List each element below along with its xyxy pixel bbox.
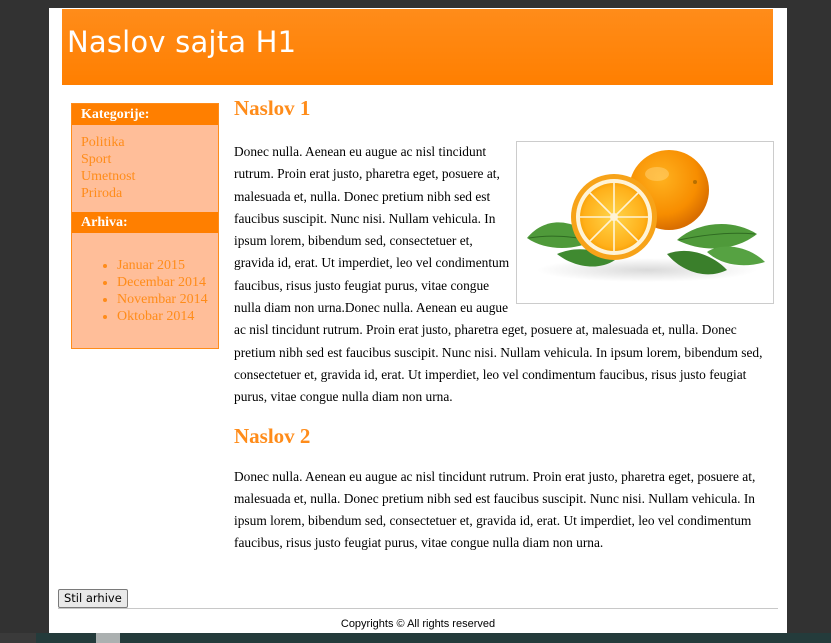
archive-list: Januar 2015 Decembar 2014 Novembar 2014 … [72, 233, 218, 325]
taskbar-start-icon[interactable] [0, 633, 36, 643]
archive-link-novembar-2014[interactable]: Novembar 2014 [117, 291, 218, 308]
article-paragraph-2: Donec nulla. Aenean eu augue ac nisl tin… [234, 468, 756, 551]
archive-link-januar-2015[interactable]: Januar 2015 [117, 257, 218, 274]
taskbar [0, 633, 831, 643]
page: Naslov sajta H1 Kategorije: Politika Spo… [49, 8, 787, 633]
footer-divider [58, 608, 778, 609]
orange-fruit-image [516, 141, 774, 304]
main-content: Naslov 1 Donec nulla. Aenean eu augue ac… [234, 96, 779, 555]
category-link-priroda[interactable]: Priroda [81, 185, 218, 202]
category-link-politika[interactable]: Politika [81, 134, 218, 151]
archive-heading: Arhiva: [72, 212, 218, 233]
taskbar-app-icon[interactable] [96, 633, 120, 643]
site-header: Naslov sajta H1 [62, 9, 773, 85]
site-title: Naslov sajta H1 [67, 25, 297, 59]
article-heading-2: Naslov 2 [234, 423, 311, 448]
archive-link-oktobar-2014[interactable]: Oktobar 2014 [117, 308, 218, 325]
categories-heading: Kategorije: [72, 104, 218, 125]
orange-fruit-illustration [527, 150, 765, 282]
categories-list: Politika Sport Umetnost Priroda [72, 125, 218, 212]
category-link-umetnost[interactable]: Umetnost [81, 168, 218, 185]
footer-copyright: Copyrights © All rights reserved [340, 618, 496, 630]
category-link-sport[interactable]: Sport [81, 151, 218, 168]
archive-style-button[interactable]: Stil arhive [58, 589, 128, 608]
archive-link-decembar-2014[interactable]: Decembar 2014 [117, 274, 218, 291]
sidebar: Kategorije: Politika Sport Umetnost Prir… [71, 103, 219, 349]
article-heading-1: Naslov 1 [234, 96, 311, 120]
